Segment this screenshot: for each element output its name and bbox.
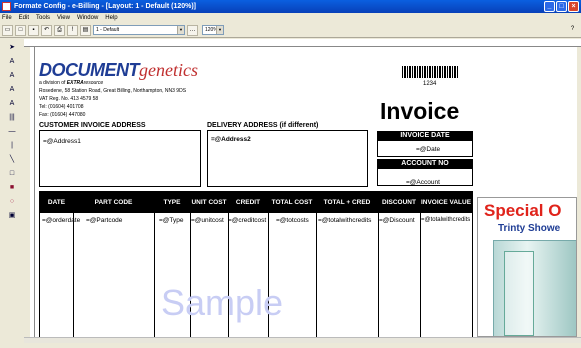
- delivery-address-field: =@Address2: [211, 136, 251, 143]
- window-title: Formate Config - e-Billing - [Layout: 1 …: [14, 3, 197, 10]
- field-tool-icon[interactable]: A: [6, 70, 18, 82]
- chevron-down-icon: ▼: [216, 26, 223, 34]
- layout-canvas[interactable]: DOCUMENTgenetics a division of EXTRAreso…: [35, 47, 577, 337]
- layout-select-value: 1 - Default: [96, 27, 120, 33]
- header-total-cred[interactable]: TOTAL + CRED: [316, 192, 378, 213]
- invoice-date-label[interactable]: INVOICE DATE: [377, 131, 473, 140]
- fax: Fax: (01604) 447080: [39, 112, 86, 118]
- preview-icon[interactable]: ▤: [80, 24, 91, 36]
- invoice-date-box[interactable]: =@Date: [377, 140, 473, 157]
- customer-address-label[interactable]: CUSTOMER INVOICE ADDRESS: [39, 122, 146, 129]
- account-no-label[interactable]: ACCOUNT NO: [377, 159, 473, 168]
- column-divider: [73, 192, 74, 337]
- header-credit[interactable]: CREDIT: [228, 192, 268, 213]
- print-icon[interactable]: ⎙: [54, 24, 65, 36]
- header-date[interactable]: DATE: [40, 192, 73, 213]
- header-invoice-value[interactable]: INVOICE VALUE: [420, 192, 472, 213]
- framed-text-icon[interactable]: A: [6, 98, 18, 110]
- title-bar: Formate Config - e-Billing - [Layout: 1 …: [0, 0, 581, 13]
- minimize-button[interactable]: _: [544, 1, 555, 12]
- customer-address-box[interactable]: =@Address1: [39, 130, 201, 187]
- filled-rect-icon[interactable]: ■: [6, 182, 18, 194]
- barcode-number: 1234: [423, 81, 437, 87]
- company-address: Rosedene, 58 Station Road, Great Billing…: [39, 88, 187, 94]
- column-divider: [420, 192, 421, 337]
- image-tool-icon[interactable]: ▣: [6, 210, 18, 222]
- layout-select[interactable]: 1 - Default ▼: [93, 25, 185, 35]
- maximize-button[interactable]: □: [556, 1, 567, 12]
- cell-total-cost[interactable]: =@totcosts: [276, 217, 309, 224]
- tool-palette: ➤ A A A A ||| — | ╲ □ ■ ○ ▣: [0, 39, 24, 340]
- account-no-field: =@Account: [406, 179, 440, 186]
- cell-part-code[interactable]: =@Partcode: [86, 217, 122, 224]
- menu-bar: File Edit Tools View Window Help: [0, 13, 581, 23]
- diagonal-line-icon[interactable]: ╲: [6, 154, 18, 166]
- promo-headline: Special O: [484, 201, 562, 220]
- vertical-line-icon[interactable]: |: [6, 140, 18, 152]
- label-tool-icon[interactable]: A: [6, 84, 18, 96]
- invoice-title[interactable]: Invoice: [380, 98, 459, 125]
- invoice-date-field: =@Date: [416, 146, 441, 153]
- telephone: Tel: (01604) 401708: [39, 104, 84, 110]
- menu-view[interactable]: View: [57, 15, 70, 21]
- sample-watermark: Sample: [161, 282, 284, 323]
- header-discount[interactable]: DISCOUNT: [378, 192, 420, 213]
- toolbar: ▭ □ ▪ ↶ ⎙ ! ▤ 1 - Default ▼ … 120% ▼ ?: [0, 23, 581, 38]
- help-bulb-icon[interactable]: ?: [567, 25, 578, 36]
- ellipse-tool-icon[interactable]: ○: [6, 196, 18, 208]
- app-icon: [2, 2, 11, 11]
- cell-invoice-value[interactable]: =@totalwithcredits: [421, 217, 470, 223]
- menu-window[interactable]: Window: [77, 15, 98, 21]
- menu-file[interactable]: File: [2, 15, 12, 21]
- save-icon[interactable]: ▪: [28, 24, 39, 36]
- rectangle-tool-icon[interactable]: □: [6, 168, 18, 180]
- vat-number: VAT Reg. No. 413 4579 58: [39, 96, 99, 102]
- cell-total-with-credits[interactable]: =@totalwithcredits: [318, 217, 371, 224]
- horizontal-ruler: [24, 39, 581, 47]
- open-icon[interactable]: ▭: [2, 24, 13, 36]
- division-line: a division of EXTRAresource: [39, 80, 104, 86]
- menu-tools[interactable]: Tools: [36, 15, 50, 21]
- column-divider: [154, 192, 155, 337]
- barcode-tool-icon[interactable]: |||: [6, 112, 18, 124]
- menu-help[interactable]: Help: [105, 15, 117, 21]
- header-unit-cost[interactable]: UNIT COST: [190, 192, 228, 213]
- cell-discount[interactable]: =@Discount: [379, 217, 415, 224]
- delivery-address-box[interactable]: =@Address2: [207, 130, 368, 187]
- cell-order-date[interactable]: =@orderdate: [42, 217, 80, 224]
- status-bar: [0, 343, 581, 348]
- new-icon[interactable]: □: [15, 24, 26, 36]
- delivery-address-label[interactable]: DELIVERY ADDRESS (if different): [207, 122, 318, 129]
- header-total-cost[interactable]: TOTAL COST: [268, 192, 316, 213]
- browse-button[interactable]: …: [187, 24, 198, 36]
- company-logo: DOCUMENTgenetics: [39, 60, 198, 80]
- customer-address-field: =@Address1: [43, 138, 81, 145]
- pointer-icon[interactable]: ➤: [6, 42, 18, 54]
- text-tool-icon[interactable]: A: [6, 56, 18, 68]
- close-button[interactable]: ×: [568, 1, 579, 12]
- barcode[interactable]: [402, 66, 458, 78]
- zoom-select[interactable]: 120% ▼: [202, 25, 224, 35]
- chevron-down-icon: ▼: [177, 26, 184, 34]
- cell-credit[interactable]: =@creditcost: [228, 217, 266, 224]
- line-tool-icon[interactable]: —: [6, 126, 18, 138]
- shower-cabin-image: [493, 240, 576, 336]
- account-no-box[interactable]: =@Account: [377, 168, 473, 186]
- alert-icon[interactable]: !: [67, 24, 78, 36]
- column-divider: [316, 192, 317, 337]
- column-divider: [378, 192, 379, 337]
- header-part-code[interactable]: PART CODE: [73, 192, 154, 213]
- promo-image[interactable]: Special O Trinty Showe: [477, 197, 577, 337]
- promo-subheadline: Trinty Showe: [498, 223, 561, 234]
- cell-unit-cost[interactable]: =@unitcost: [191, 217, 224, 224]
- undo-icon[interactable]: ↶: [41, 24, 52, 36]
- header-type[interactable]: TYPE: [154, 192, 190, 213]
- cell-type[interactable]: =@Type: [159, 217, 184, 224]
- menu-edit[interactable]: Edit: [19, 15, 29, 21]
